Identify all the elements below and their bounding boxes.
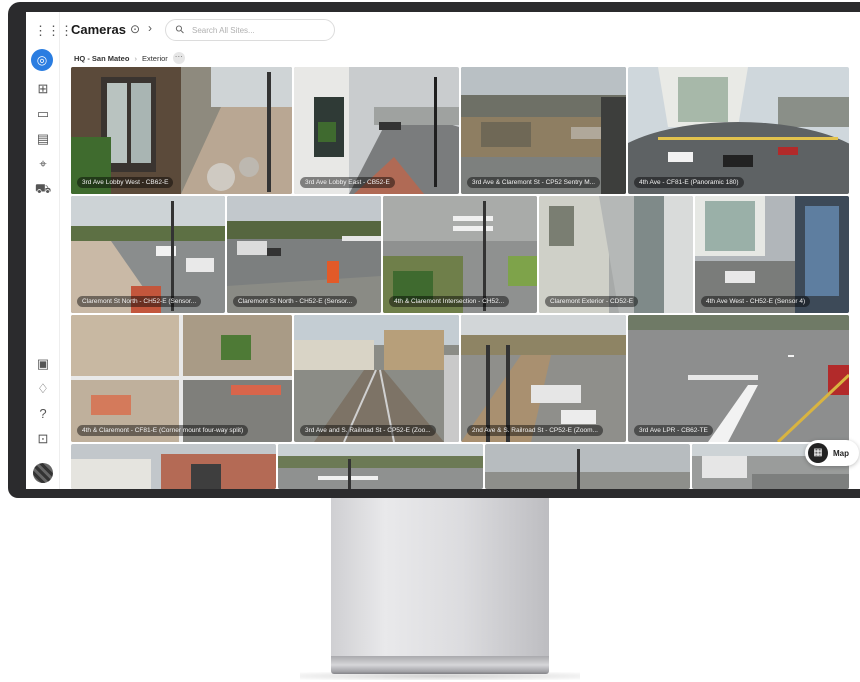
camera-tile[interactable]: 4th Ave West - CH52-E (Sensor 4): [695, 196, 849, 313]
map-button[interactable]: ▦ Map: [805, 440, 859, 466]
camera-feed: [71, 67, 292, 194]
page-title: Cameras: [71, 22, 126, 37]
camera-label: 4th Ave - CF81-E (Panoramic 180): [634, 177, 744, 188]
bell-icon[interactable]: ♢: [34, 380, 52, 398]
camera-tile[interactable]: 2nd Ave & S. Railroad St - CP52-E (Zoom.…: [461, 315, 626, 442]
camera-feed: [71, 444, 276, 489]
map-icon: ▦: [808, 443, 828, 463]
camera-tile[interactable]: 3rd Ave Lobby East - CB52-E: [294, 67, 459, 194]
camera-label: 4th & Claremont Intersection - CH52...: [389, 296, 510, 307]
camera-label: Claremont St North - CH52-E (Sensor...: [77, 296, 202, 307]
breadcrumb-separator-icon: ›: [134, 53, 137, 63]
camera-label: Claremont Exterior - CD52-E: [545, 296, 639, 307]
settings-file-icon[interactable]: ▣: [34, 355, 52, 373]
app-screen: ⋮⋮⋮ ◎ ⊞ ▭ ▤ ⌖ ⛟ ▣ ♢ ? ⊡ Cameras ⊙ › ⚲ HQ…: [26, 12, 860, 489]
camera-feed: [461, 67, 626, 194]
camera-feed: [278, 444, 483, 489]
apps-grid-icon[interactable]: ⋮⋮⋮: [34, 22, 73, 40]
search-bar[interactable]: ⚲: [165, 19, 335, 41]
location-pin-icon[interactable]: ⊙: [130, 22, 140, 36]
camera-label: 4th & Claremont - CF81-E (Corner mount f…: [77, 425, 249, 436]
camera-feed: [294, 67, 459, 194]
camera-label: 3rd Ave and S. Railroad St - CP52-E (Zoo…: [300, 425, 436, 436]
camera-feed: [628, 315, 849, 442]
person-detection-icon[interactable]: ⌖: [34, 155, 52, 173]
camera-tile[interactable]: 4th & Claremont Intersection - CH52...: [383, 196, 537, 313]
camera-feed: [485, 444, 690, 489]
camera-tile[interactable]: Claremont St North - CH52-E (Sensor...: [227, 196, 381, 313]
reports-icon[interactable]: ▤: [34, 130, 52, 148]
monitor-stand: [331, 498, 549, 658]
search-input[interactable]: [192, 23, 330, 37]
camera-tile[interactable]: [485, 444, 690, 489]
camera-tile[interactable]: [278, 444, 483, 489]
search-icon: ⚲: [173, 22, 188, 37]
more-options-button[interactable]: ···: [172, 52, 185, 64]
camera-feed: [71, 315, 292, 442]
camera-feed: [294, 315, 459, 442]
monitor-bezel: ⋮⋮⋮ ◎ ⊞ ▭ ▤ ⌖ ⛟ ▣ ♢ ? ⊡ Cameras ⊙ › ⚲ HQ…: [8, 2, 860, 498]
breadcrumb-root[interactable]: HQ - San Mateo: [74, 54, 129, 63]
chevron-right-icon[interactable]: ›: [148, 21, 152, 35]
camera-icon[interactable]: ◎: [31, 49, 53, 71]
vehicle-icon[interactable]: ⛟: [34, 180, 52, 198]
camera-label: 3rd Ave & Claremont St - CP52 Sentry M..…: [467, 177, 601, 188]
camera-tile[interactable]: 3rd Ave Lobby West - CB62-E: [71, 67, 292, 194]
toolbox-icon[interactable]: ⊡: [34, 430, 52, 448]
camera-tile[interactable]: Claremont Exterior - CD52-E: [539, 196, 693, 313]
sidebar: ⋮⋮⋮ ◎ ⊞ ▭ ▤ ⌖ ⛟ ▣ ♢ ? ⊡: [26, 12, 73, 489]
camera-feed: [461, 315, 626, 442]
camera-label: 2nd Ave & S. Railroad St - CP52-E (Zoom.…: [467, 425, 603, 436]
camera-label: 3rd Ave Lobby West - CB62-E: [77, 177, 174, 188]
layout-grid-icon[interactable]: ⊞: [34, 80, 52, 98]
camera-tile[interactable]: [71, 444, 276, 489]
camera-tile[interactable]: 4th Ave - CF81-E (Panoramic 180): [628, 67, 849, 194]
camera-tile[interactable]: 3rd Ave & Claremont St - CP52 Sentry M..…: [461, 67, 626, 194]
stand-shadow: [300, 672, 580, 680]
camera-feed: [628, 67, 849, 194]
camera-tile[interactable]: 3rd Ave and S. Railroad St - CP52-E (Zoo…: [294, 315, 459, 442]
archive-icon[interactable]: ▭: [34, 105, 52, 123]
camera-tile[interactable]: 4th & Claremont - CF81-E (Corner mount f…: [71, 315, 292, 442]
camera-label: 3rd Ave LPR - CB62-TE: [634, 425, 713, 436]
breadcrumb: HQ - San Mateo › Exterior ···: [74, 52, 185, 64]
camera-label: 3rd Ave Lobby East - CB52-E: [300, 177, 395, 188]
camera-tile[interactable]: Claremont St North - CH52-E (Sensor...: [71, 196, 225, 313]
map-button-label: Map: [833, 448, 849, 458]
camera-label: Claremont St North - CH52-E (Sensor...: [233, 296, 358, 307]
avatar[interactable]: [33, 463, 53, 483]
camera-label: 4th Ave West - CH52-E (Sensor 4): [701, 296, 811, 307]
help-icon[interactable]: ?: [34, 405, 52, 423]
breadcrumb-current[interactable]: Exterior: [142, 54, 168, 63]
camera-tile[interactable]: 3rd Ave LPR - CB62-TE: [628, 315, 849, 442]
